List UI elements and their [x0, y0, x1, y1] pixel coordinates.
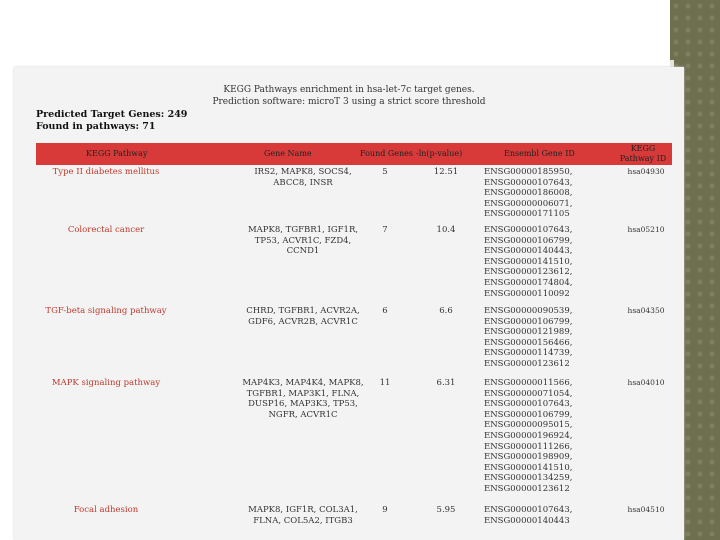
- ensembl-id: ENSG00000141510,: [484, 462, 573, 473]
- ensembl-id: ENSG00000006071,: [484, 198, 573, 209]
- gene-name-line: DUSP16, MAP3K3, TP53,: [248, 399, 358, 410]
- pathway-name: Colorectal cancer: [67, 225, 145, 235]
- ensembl-id: ENSG00000071054,: [484, 388, 573, 399]
- pathway-name: MAPK signaling pathway: [51, 378, 161, 388]
- pathway-name: TGF-beta signaling pathway: [45, 306, 167, 316]
- found-genes-count: 9: [382, 505, 388, 515]
- pvalue: 12.51: [433, 167, 459, 177]
- ensembl-id: ENSG00000114739,: [484, 348, 573, 359]
- col-header-found-genes: Found Genes: [360, 149, 414, 158]
- pathway-name: Type II diabetes mellitus: [52, 167, 160, 177]
- col-header-kegg-id: KEGG Pathway ID: [619, 144, 667, 163]
- ensembl-id: ENSG00000171105: [484, 209, 570, 220]
- col-header-gene-name: Gene Name: [264, 149, 312, 158]
- ensembl-id: ENSG00000196924,: [484, 431, 573, 441]
- found-genes-count: 5: [382, 167, 388, 177]
- ensembl-id: ENSG00000185950,: [484, 167, 573, 177]
- table-title-line2: Prediction software: microT 3 using a st…: [212, 97, 486, 107]
- found-genes-count: 11: [379, 378, 391, 388]
- ensembl-id: ENSG00000111266,: [484, 441, 573, 452]
- ensembl-id: ENSG00000107643,: [484, 177, 573, 188]
- predicted-target-genes: Predicted Target Genes: 249: [36, 109, 188, 120]
- ensembl-id: ENSG00000123612: [484, 484, 570, 494]
- kegg-pathway-id: hsa05210: [627, 225, 665, 234]
- ensembl-id: ENSG00000110092: [484, 288, 570, 299]
- ensembl-id: ENSG00000141510,: [484, 256, 573, 267]
- ensembl-id: ENSG00000090539,: [484, 306, 573, 316]
- ensembl-id: ENSG00000011566,: [484, 378, 573, 388]
- gene-name-line: IRS2, MAPK8, SOCS4,: [254, 167, 352, 177]
- ensembl-id: ENSG00000121989,: [484, 327, 573, 338]
- kegg-pathway-id: hsa04010: [627, 378, 665, 387]
- gene-name-line: NGFR, ACVR1C: [268, 409, 338, 420]
- gene-name-line: ABCC8, INSR: [273, 177, 333, 188]
- table-screenshot: KEGG Pathways enrichment in hsa-let-7c t…: [14, 67, 684, 540]
- ensembl-id: ENSG00000198909,: [484, 452, 573, 463]
- ensembl-id: ENSG00000140443,: [484, 246, 573, 257]
- gene-name-line: CCND1: [286, 246, 320, 257]
- found-in-pathways: Found in pathways: 71: [36, 121, 156, 132]
- pvalue: 6.31: [436, 378, 456, 388]
- gene-name-line: FLNA, COL5A2, ITGB3: [253, 515, 353, 526]
- ensembl-id: ENSG00000123612: [484, 359, 570, 369]
- found-genes-count: 6: [382, 306, 388, 316]
- ensembl-id: ENSG00000140443: [484, 515, 570, 526]
- table-title-line1: KEGG Pathways enrichment in hsa-let-7c t…: [223, 85, 475, 95]
- ensembl-id: ENSG00000106799,: [484, 235, 573, 246]
- col-header-pathway: KEGG Pathway: [86, 149, 148, 158]
- pvalue: 5.95: [436, 505, 456, 515]
- found-genes-count: 7: [382, 225, 388, 235]
- col-header-ensembl: Ensembl Gene ID: [504, 149, 575, 158]
- gene-name-line: GDF6, ACVR2B, ACVR1C: [248, 316, 358, 327]
- kegg-pathway-id: hsa04350: [627, 306, 665, 315]
- pvalue: 6.6: [439, 306, 453, 316]
- ensembl-id: ENSG00000174804,: [484, 278, 573, 288]
- gene-name-line: MAPK8, IGF1R, COL3A1,: [248, 505, 358, 515]
- gene-name-line: MAP4K3, MAP4K4, MAPK8,: [242, 378, 364, 388]
- pvalue: 10.4: [436, 225, 456, 235]
- kegg-pathway-id: hsa04930: [627, 167, 665, 176]
- col-header-pvalue: -ln(p-value): [416, 149, 463, 158]
- ensembl-id: ENSG00000134259,: [484, 473, 573, 484]
- gene-name-line: CHRD, TGFBR1, ACVR2A,: [246, 306, 360, 316]
- table-header: KEGG Pathway Gene Name Found Genes -ln(p…: [36, 143, 672, 165]
- ensembl-id: ENSG00000107643,: [484, 399, 573, 410]
- ensembl-id: ENSG00000123612,: [484, 267, 573, 278]
- ensembl-id: ENSG00000106799,: [484, 316, 573, 327]
- gene-name-line: MAPK8, TGFBR1, IGF1R,: [247, 225, 359, 235]
- ensembl-id: ENSG00000186008,: [484, 188, 573, 199]
- ensembl-id: ENSG00000156466,: [484, 337, 573, 348]
- gene-name-line: TP53, ACVR1C, FZD4,: [254, 235, 352, 246]
- ensembl-id: ENSG00000095015,: [484, 420, 573, 431]
- pathway-name: Focal adhesion: [73, 505, 139, 515]
- ensembl-id: ENSG00000107643,: [484, 225, 573, 235]
- ensembl-id: ENSG00000106799,: [484, 409, 573, 420]
- gene-name-line: TGFBR1, MAP3K1, FLNA,: [246, 388, 360, 399]
- ensembl-id: ENSG00000107643,: [484, 505, 573, 515]
- kegg-pathway-id: hsa04510: [627, 505, 665, 514]
